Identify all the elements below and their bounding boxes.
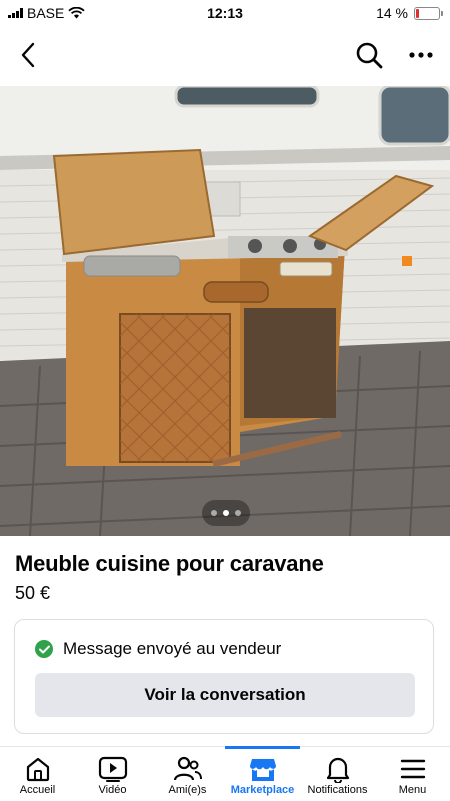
video-icon bbox=[98, 756, 127, 782]
home-icon bbox=[26, 757, 49, 782]
tab-notifications[interactable]: Notifications bbox=[300, 747, 375, 801]
more-icon bbox=[409, 52, 433, 58]
message-status-text: Message envoyé au vendeur bbox=[63, 639, 282, 658]
tab-home[interactable]: Accueil bbox=[0, 747, 75, 801]
pagination-dot-active bbox=[223, 510, 229, 516]
tab-label: Accueil bbox=[19, 784, 56, 796]
kitchen-unit-photo bbox=[0, 86, 450, 536]
tab-label: Menu bbox=[398, 784, 427, 796]
top-navigation bbox=[0, 32, 450, 78]
search-icon bbox=[356, 42, 383, 69]
photo-pagination[interactable] bbox=[202, 500, 250, 526]
more-options-button[interactable] bbox=[402, 36, 440, 74]
tab-friends[interactable]: Ami(e)s bbox=[150, 747, 225, 801]
tab-label: Notifications bbox=[307, 784, 368, 796]
pagination-dot bbox=[235, 510, 241, 516]
marketplace-icon bbox=[249, 759, 276, 781]
bottom-tab-bar: Accueil Vidéo Ami(e)s Marketplace Notifi… bbox=[0, 746, 450, 801]
pagination-dot bbox=[211, 510, 217, 516]
search-button[interactable] bbox=[350, 36, 388, 74]
tab-label: Ami(e)s bbox=[168, 784, 207, 796]
chevron-left-icon bbox=[21, 42, 35, 68]
message-sent-card: Message envoyé au vendeur Voir la conver… bbox=[14, 619, 434, 734]
view-conversation-button[interactable]: Voir la conversation bbox=[35, 673, 415, 717]
listing-photo[interactable] bbox=[0, 86, 450, 536]
friends-icon bbox=[173, 756, 202, 781]
listing-price: 50 € bbox=[15, 583, 51, 603]
tab-video[interactable]: Vidéo bbox=[75, 747, 150, 801]
battery-icon bbox=[414, 6, 443, 20]
check-circle-icon bbox=[35, 640, 53, 658]
tab-menu[interactable]: Menu bbox=[375, 747, 450, 801]
back-button[interactable] bbox=[10, 36, 46, 74]
battery-percent: 14 % bbox=[376, 5, 408, 21]
tab-label: Marketplace bbox=[230, 784, 295, 796]
bell-icon bbox=[326, 757, 349, 783]
status-bar: BASE 12:13 14 % bbox=[0, 0, 450, 26]
menu-icon bbox=[400, 759, 425, 779]
listing-title: Meuble cuisine pour caravane bbox=[15, 551, 324, 576]
tab-marketplace[interactable]: Marketplace bbox=[225, 746, 300, 801]
tab-label: Vidéo bbox=[98, 784, 127, 796]
